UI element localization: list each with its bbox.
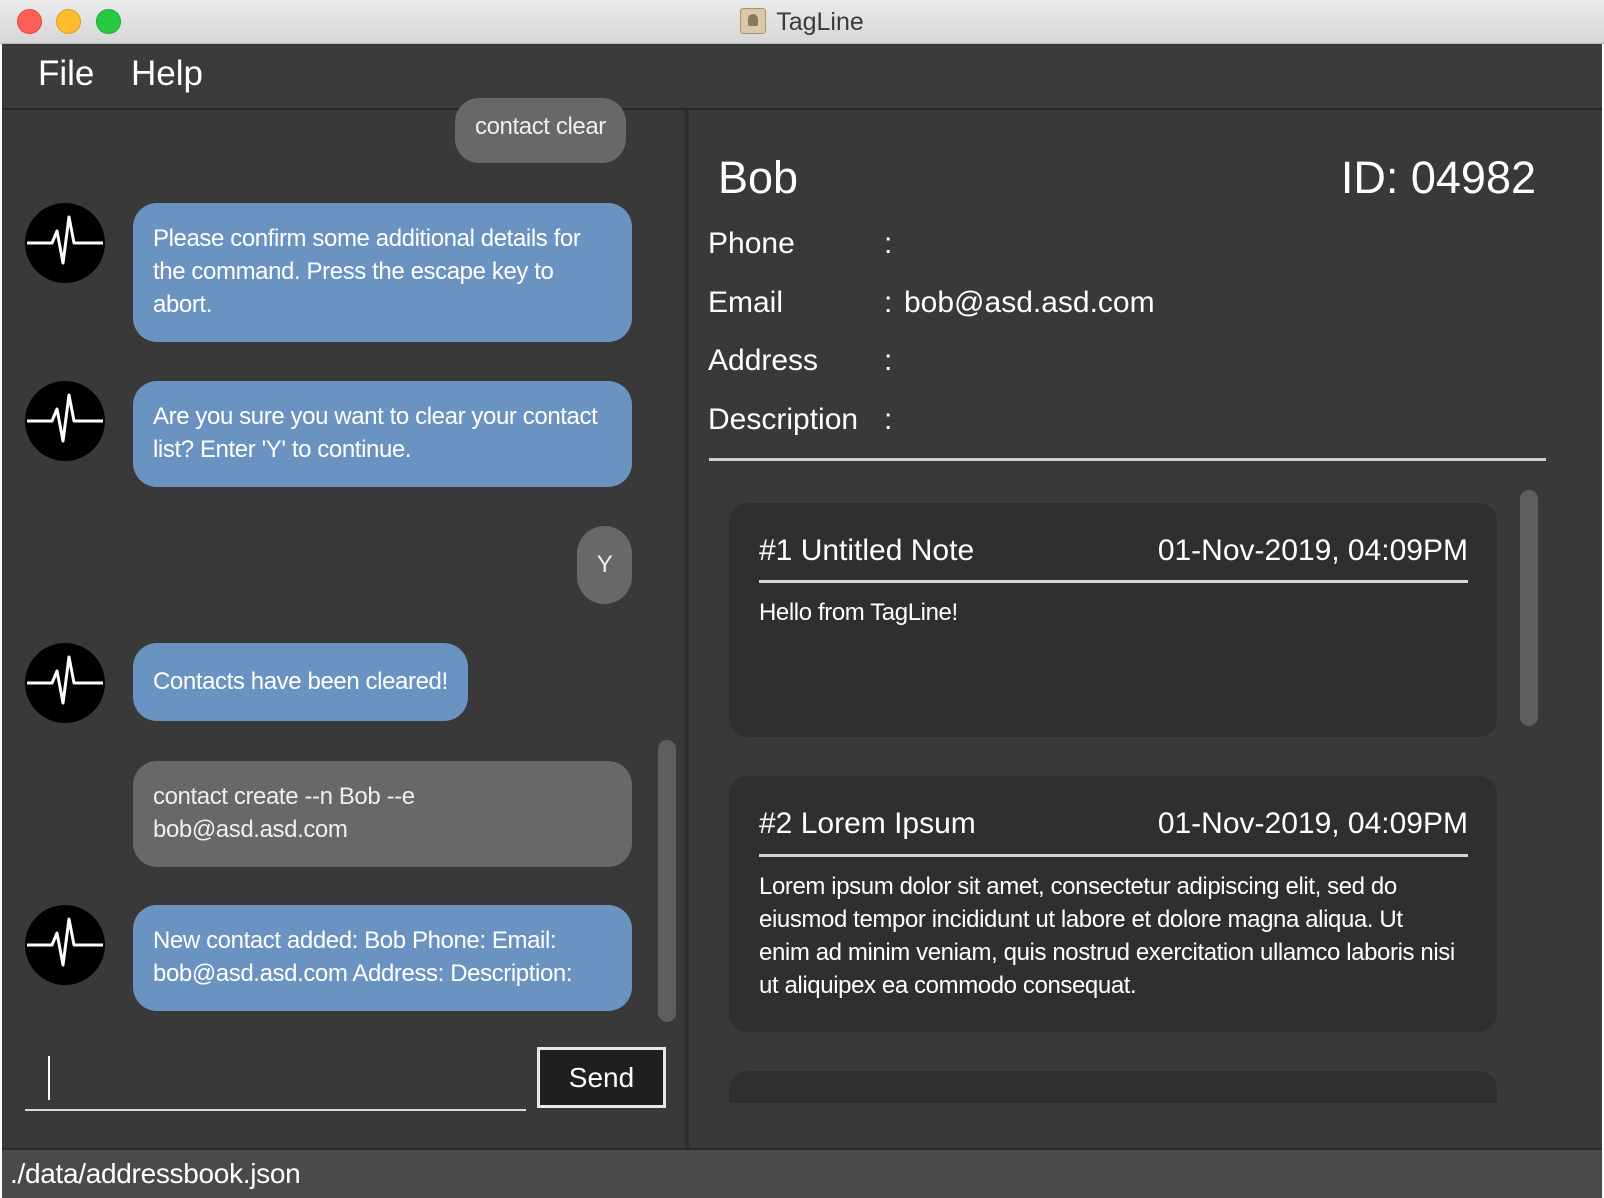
chat-panel: contact clear Please confirm some additi… bbox=[2, 98, 685, 1148]
command-input[interactable] bbox=[25, 1050, 526, 1108]
contact-id: ID: 04982 bbox=[1340, 152, 1536, 203]
chat-message-user: Y bbox=[577, 526, 632, 604]
note-body: Lorem ipsum dolor sit amet, consectetur … bbox=[759, 873, 1455, 999]
field-label: Address bbox=[708, 344, 819, 377]
contact-name: Bob bbox=[718, 152, 799, 203]
menu-help[interactable]: Help bbox=[131, 54, 203, 94]
note-card[interactable] bbox=[729, 1071, 1497, 1103]
field-separator: : bbox=[884, 344, 893, 377]
menu-bar: File Help bbox=[2, 44, 1602, 110]
window-title-group: TagLine bbox=[0, 8, 1604, 37]
chat-message-bot: New contact added: Bob Phone: Email: bob… bbox=[133, 905, 632, 1011]
heartbeat-icon bbox=[25, 203, 105, 283]
chat-message-bot: Are you sure you want to clear your cont… bbox=[133, 381, 632, 487]
field-separator: : bbox=[884, 227, 893, 260]
notes-scrollbar[interactable] bbox=[1520, 490, 1538, 726]
chat-message-user: contact create --n Bob --e bob@asd.asd.c… bbox=[133, 761, 632, 867]
field-separator: : bbox=[884, 403, 893, 436]
contact-details-divider bbox=[709, 458, 1546, 461]
heartbeat-icon bbox=[25, 643, 105, 723]
field-value: bob@asd.asd.com bbox=[904, 286, 1155, 319]
field-label: Description bbox=[708, 403, 859, 436]
note-card[interactable]: #2 Lorem Ipsum 01-Nov-2019, 04:09PM Lore… bbox=[729, 776, 1497, 1032]
notes-list: #1 Untitled Note 01-Nov-2019, 04:09PM He… bbox=[729, 503, 1497, 1103]
note-body: Hello from TagLine! bbox=[759, 599, 958, 626]
title-bar: TagLine bbox=[0, 0, 1604, 44]
note-date: 01-Nov-2019, 04:09PM bbox=[1157, 807, 1468, 840]
field-label: Phone bbox=[708, 227, 795, 260]
app-icon bbox=[740, 8, 767, 34]
send-button[interactable]: Send bbox=[537, 1047, 666, 1108]
heartbeat-icon bbox=[25, 381, 105, 461]
field-separator: : bbox=[884, 286, 893, 319]
note-card[interactable]: #1 Untitled Note 01-Nov-2019, 04:09PM He… bbox=[729, 503, 1497, 737]
window-title: TagLine bbox=[776, 8, 864, 36]
note-divider bbox=[759, 854, 1468, 857]
status-bar: ./data/addressbook.json bbox=[2, 1148, 1602, 1198]
field-label: Email bbox=[708, 286, 784, 319]
note-title: #1 Untitled Note bbox=[759, 534, 975, 567]
note-title: #2 Lorem Ipsum bbox=[759, 807, 976, 840]
chat-scrollbar[interactable] bbox=[658, 740, 676, 1022]
save-file-path: ./data/addressbook.json bbox=[10, 1158, 301, 1189]
chat-message-bot: Please confirm some additional details f… bbox=[133, 203, 632, 342]
command-input-underline bbox=[25, 1109, 526, 1111]
contact-panel: Bob ID: 04982 Phone : Email : bob@asd.as… bbox=[689, 110, 1602, 1148]
note-date: 01-Nov-2019, 04:09PM bbox=[1157, 534, 1468, 567]
text-caret bbox=[48, 1056, 50, 1100]
heartbeat-icon bbox=[25, 905, 105, 985]
note-divider bbox=[759, 580, 1468, 583]
menu-file[interactable]: File bbox=[38, 54, 94, 94]
chat-message-user: contact clear bbox=[455, 98, 626, 163]
app-body: contact clear Please confirm some additi… bbox=[2, 98, 1602, 1148]
chat-message-bot: Contacts have been cleared! bbox=[133, 643, 468, 721]
